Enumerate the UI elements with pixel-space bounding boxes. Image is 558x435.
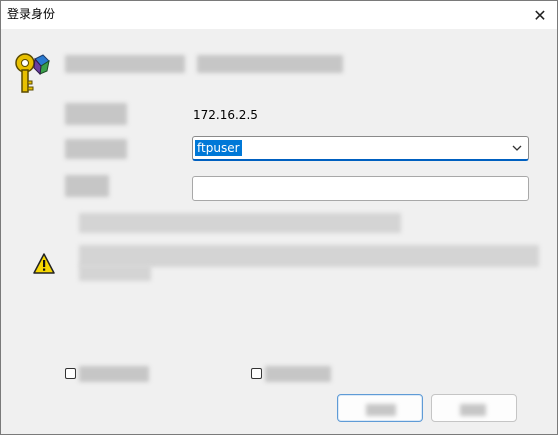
- checkbox-option-2[interactable]: [251, 368, 262, 379]
- blurred-checkbox-label: [265, 366, 331, 382]
- blurred-checkbox-label: [79, 366, 149, 382]
- blurred-warning-text: [79, 265, 151, 281]
- blurred-button-label: [460, 404, 486, 416]
- username-combobox[interactable]: ftpuser: [192, 136, 529, 161]
- username-value: ftpuser: [195, 140, 242, 156]
- chevron-down-icon[interactable]: [510, 141, 524, 155]
- blurred-warning-text: [79, 245, 539, 267]
- server-address: 172.16.2.5: [193, 108, 258, 122]
- title-bar: 登录身份 ✕: [1, 1, 557, 29]
- login-dialog: 登录身份 ✕ 172.16.2.5 ftpuser: [0, 0, 558, 435]
- blurred-instruction-text: [65, 55, 185, 73]
- blurred-info-text: [79, 213, 401, 233]
- blurred-password-label: [65, 175, 109, 197]
- close-button[interactable]: ✕: [523, 1, 557, 29]
- ok-button[interactable]: [337, 394, 423, 422]
- cancel-button[interactable]: [431, 394, 517, 422]
- warning-triangle-icon: [33, 253, 55, 274]
- password-field[interactable]: [192, 176, 529, 201]
- blurred-username-label: [65, 139, 127, 159]
- blurred-instruction-text: [197, 55, 343, 73]
- key-icon: [15, 53, 50, 93]
- blurred-button-label: [366, 404, 396, 416]
- window-title: 登录身份: [7, 7, 56, 21]
- close-icon: ✕: [533, 5, 547, 25]
- checkbox-option-1[interactable]: [65, 368, 76, 379]
- blurred-server-label: [65, 103, 127, 125]
